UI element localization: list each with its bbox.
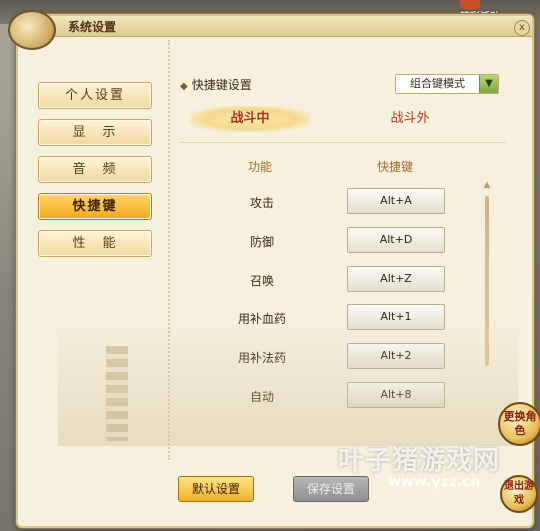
settings-nav: 个人设置 显 示 音 频 快捷键 性 能 bbox=[18, 40, 170, 460]
section-header: ◆ 快捷键设置 bbox=[180, 76, 252, 93]
nav-audio[interactable]: 音 频 bbox=[38, 156, 152, 183]
hotkey-scrollbar[interactable]: ▲ bbox=[482, 180, 492, 395]
save-settings-button[interactable]: 保存设置 bbox=[293, 476, 369, 502]
row-function-label: 用补法药 bbox=[237, 351, 286, 365]
scroll-up-icon[interactable]: ▲ bbox=[482, 180, 492, 190]
watermark-url: www.yzz.cn bbox=[388, 474, 481, 490]
tab-in-combat[interactable]: 战斗中 bbox=[190, 106, 310, 132]
hotkey-button[interactable]: Alt+Z bbox=[347, 266, 445, 292]
hotkey-button[interactable]: Alt+2 bbox=[347, 343, 445, 369]
swap-character-button[interactable]: 更换角色 bbox=[498, 402, 540, 446]
window-title: 系统设置 bbox=[68, 20, 117, 34]
row-function-label: 召唤 bbox=[249, 274, 274, 288]
exit-game-button[interactable]: 退出游戏 bbox=[500, 475, 538, 513]
row-function-label: 攻击 bbox=[249, 196, 274, 210]
scroll-track[interactable] bbox=[485, 196, 489, 366]
pagoda-decoration bbox=[106, 346, 128, 441]
nav-hotkeys[interactable]: 快捷键 bbox=[38, 193, 152, 220]
hotkey-button[interactable]: Alt+1 bbox=[347, 304, 445, 330]
window-titlebar: 系统设置 x bbox=[8, 10, 532, 50]
column-header-hotkey: 快捷键 bbox=[377, 160, 414, 174]
tab-divider bbox=[180, 142, 506, 143]
nav-performance[interactable]: 性 能 bbox=[38, 230, 152, 257]
dropdown-arrow-icon[interactable]: ▼ bbox=[479, 75, 498, 93]
hotkey-panel: ◆ 快捷键设置 组合键模式 ▼ 战斗中 战斗外 功能 快捷键 攻击 Alt+A 防… bbox=[172, 40, 512, 460]
tab-out-of-combat[interactable]: 战斗外 bbox=[350, 106, 470, 132]
watermark-text: 叶子猪游戏网 bbox=[338, 446, 501, 476]
close-button[interactable]: x bbox=[514, 20, 530, 36]
hotkey-button[interactable]: Alt+8 bbox=[347, 382, 445, 408]
column-header-function: 功能 bbox=[248, 160, 273, 174]
diamond-icon: ◆ bbox=[180, 81, 188, 92]
mode-select-value: 组合键模式 bbox=[410, 77, 465, 90]
row-function-label: 防御 bbox=[249, 235, 274, 249]
combat-tabs: 战斗中 战斗外 bbox=[180, 106, 510, 134]
nav-display[interactable]: 显 示 bbox=[38, 119, 152, 146]
section-title: 快捷键设置 bbox=[191, 78, 252, 92]
hotkey-mode-select[interactable]: 组合键模式 ▼ bbox=[395, 74, 499, 94]
row-function-label: 自动 bbox=[249, 390, 274, 404]
hotkey-button[interactable]: Alt+D bbox=[347, 227, 445, 253]
hotkey-button[interactable]: Alt+A bbox=[347, 188, 445, 214]
row-function-label: 用补血药 bbox=[237, 312, 286, 326]
default-settings-button[interactable]: 默认设置 bbox=[178, 476, 254, 502]
nav-personal-settings[interactable]: 个人设置 bbox=[38, 82, 152, 109]
